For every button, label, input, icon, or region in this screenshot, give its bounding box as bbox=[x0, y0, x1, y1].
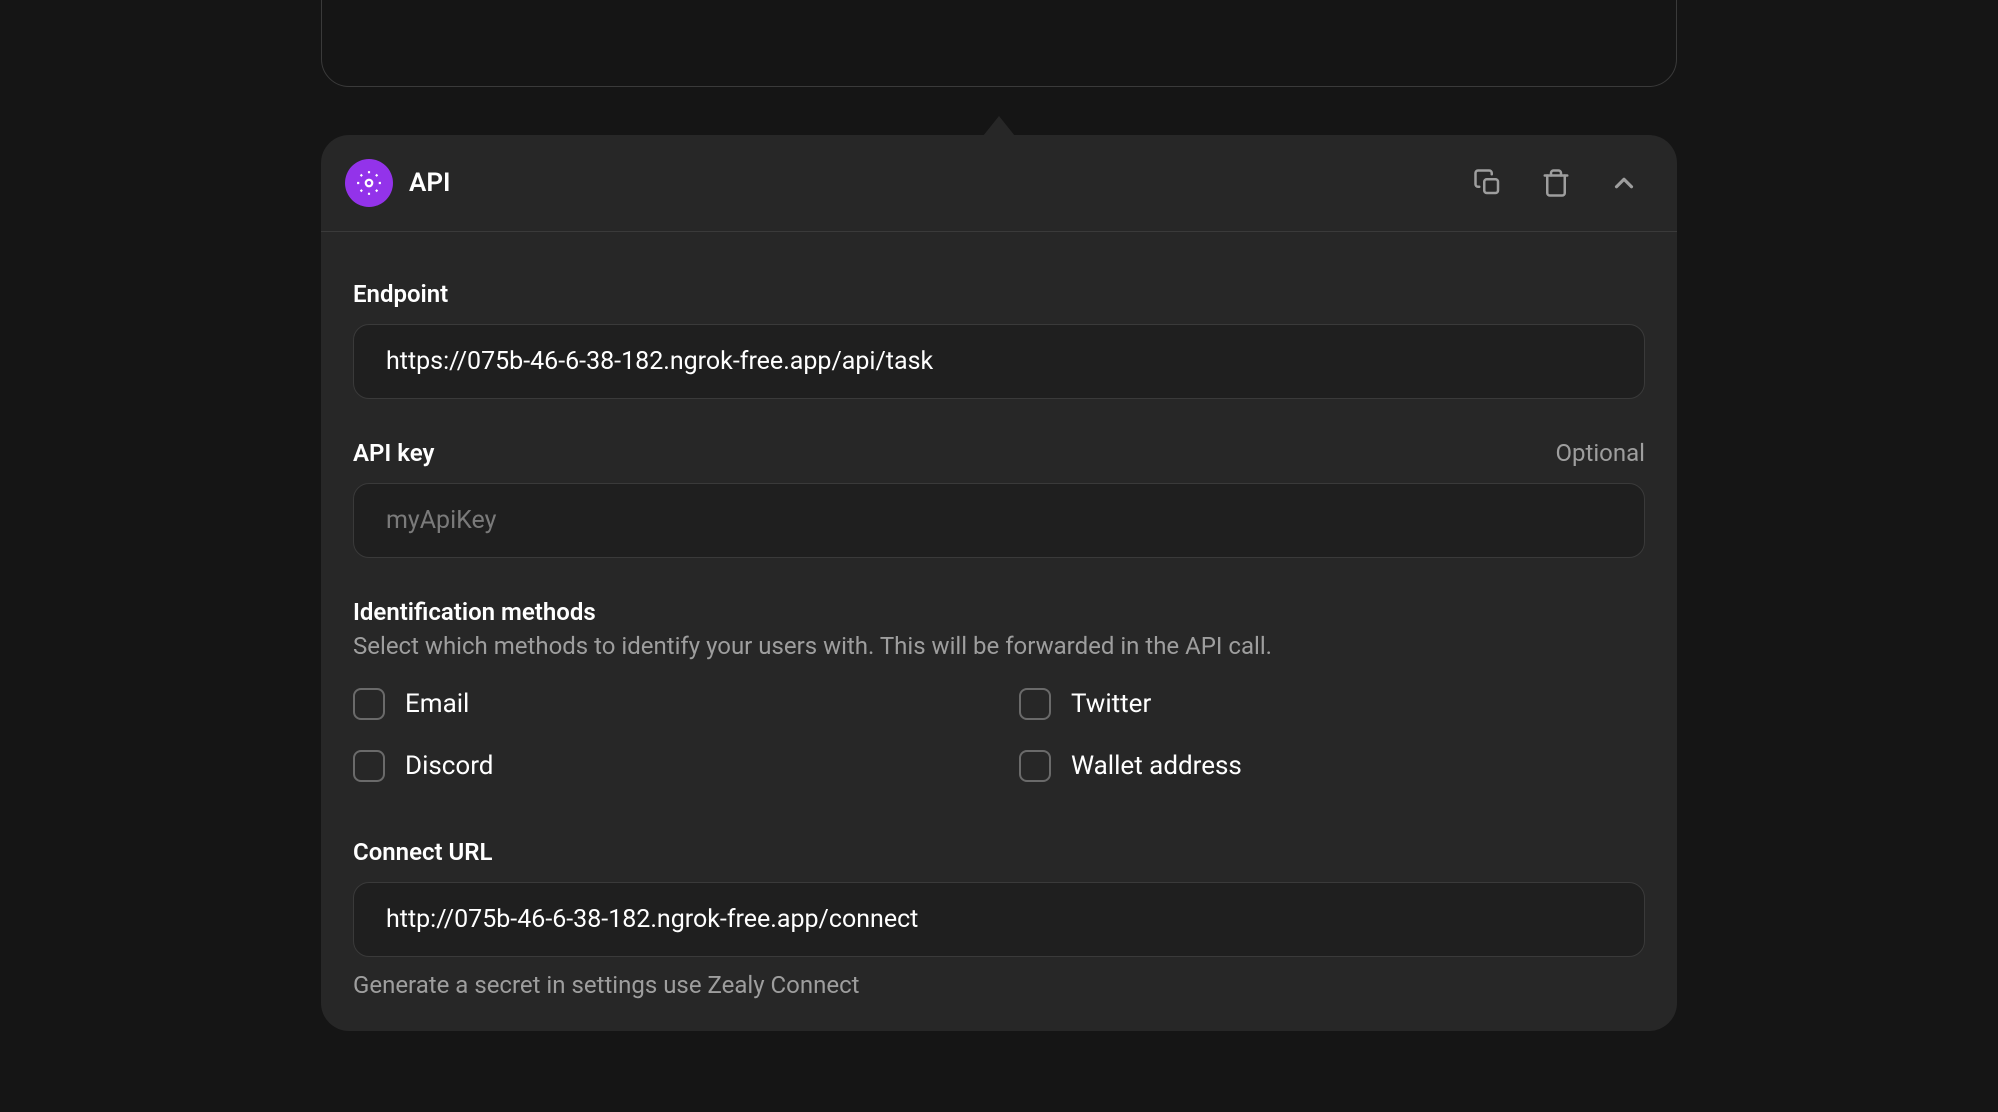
connect-url-input[interactable] bbox=[353, 882, 1645, 957]
gear-badge bbox=[345, 159, 393, 207]
checkbox-twitter[interactable] bbox=[1019, 688, 1051, 720]
header-actions bbox=[1473, 168, 1639, 198]
checkbox-item-twitter: Twitter bbox=[1019, 688, 1645, 720]
card-title: API bbox=[409, 168, 451, 198]
connect-url-help: Generate a secret in settings use Zealy … bbox=[353, 971, 1645, 999]
checkbox-wallet[interactable] bbox=[1019, 750, 1051, 782]
card-header: API bbox=[321, 135, 1677, 232]
collapse-button[interactable] bbox=[1609, 168, 1639, 198]
api-key-field-group: API key Optional bbox=[353, 439, 1645, 558]
gear-icon bbox=[356, 170, 382, 196]
checkbox-label-wallet: Wallet address bbox=[1071, 751, 1242, 781]
header-left: API bbox=[345, 159, 451, 207]
connect-url-field-group: Connect URL Generate a secret in setting… bbox=[353, 838, 1645, 999]
checkbox-item-email: Email bbox=[353, 688, 979, 720]
endpoint-field-group: Endpoint bbox=[353, 280, 1645, 399]
checkbox-item-discord: Discord bbox=[353, 750, 979, 782]
copy-button[interactable] bbox=[1473, 168, 1503, 198]
copy-icon bbox=[1473, 168, 1503, 198]
identification-title: Identification methods bbox=[353, 598, 1645, 626]
endpoint-label: Endpoint bbox=[353, 280, 448, 308]
checkbox-email[interactable] bbox=[353, 688, 385, 720]
api-card: API bbox=[321, 135, 1677, 1031]
checkbox-label-discord: Discord bbox=[405, 751, 493, 781]
checkbox-item-wallet: Wallet address bbox=[1019, 750, 1645, 782]
delete-button[interactable] bbox=[1541, 168, 1571, 198]
card-connector bbox=[983, 116, 1015, 136]
checkbox-discord[interactable] bbox=[353, 750, 385, 782]
card-body: Endpoint API key Optional Identification… bbox=[321, 232, 1677, 1031]
checkbox-grid: Email Twitter Discord Wallet address bbox=[353, 688, 1645, 782]
chevron-up-icon bbox=[1609, 168, 1639, 198]
api-key-input[interactable] bbox=[353, 483, 1645, 558]
previous-card bbox=[321, 0, 1677, 87]
identification-subtitle: Select which methods to identify your us… bbox=[353, 632, 1645, 660]
endpoint-input[interactable] bbox=[353, 324, 1645, 399]
api-key-optional: Optional bbox=[1555, 439, 1645, 467]
checkbox-label-email: Email bbox=[405, 689, 469, 719]
connect-url-label: Connect URL bbox=[353, 838, 493, 866]
identification-section: Identification methods Select which meth… bbox=[353, 598, 1645, 782]
checkbox-label-twitter: Twitter bbox=[1071, 689, 1151, 719]
trash-icon bbox=[1541, 168, 1571, 198]
api-key-label: API key bbox=[353, 439, 434, 467]
